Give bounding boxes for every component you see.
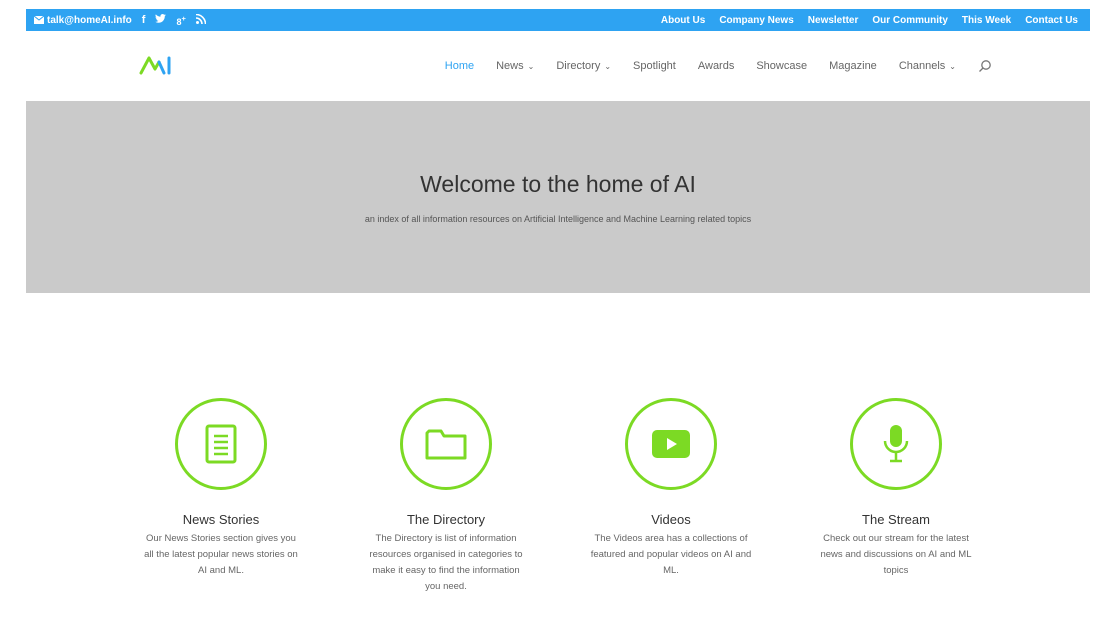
nav-label: Magazine <box>829 60 877 72</box>
feature-icon-circle[interactable] <box>850 398 942 490</box>
chevron-down-icon: ⌄ <box>604 61 612 71</box>
rss-icon[interactable] <box>195 13 207 27</box>
feature-description: Check out our stream for the latest news… <box>820 533 972 576</box>
twitter-icon[interactable] <box>155 14 167 26</box>
video-play-icon <box>652 430 690 458</box>
feature-stream: The Stream Check out our stream for the … <box>801 398 991 579</box>
chevron-down-icon: ⌄ <box>527 61 535 71</box>
top-bar-links: About Us Company News Newsletter Our Com… <box>661 9 1078 31</box>
nav-item-showcase[interactable]: Showcase <box>756 60 807 72</box>
feature-icon-circle[interactable] <box>175 398 267 490</box>
hero-banner: Welcome to the home of AI an index of al… <box>26 101 1090 293</box>
feature-title: Videos <box>651 512 691 527</box>
feature-videos: Videos The Videos area has a collections… <box>576 398 766 579</box>
nav-item-awards[interactable]: Awards <box>698 60 734 72</box>
top-link-newsletter[interactable]: Newsletter <box>808 15 859 26</box>
feature-title: The Directory <box>406 512 486 527</box>
nav-label: News <box>496 60 524 72</box>
feature-directory: The Directory The Directory is list of i… <box>351 398 541 595</box>
email-link[interactable]: talk@homeAI.info <box>34 15 132 26</box>
nav-item-magazine[interactable]: Magazine <box>829 60 877 72</box>
hero-subtitle: an index of all information resources on… <box>364 214 752 224</box>
chevron-down-icon: ⌄ <box>949 61 956 71</box>
nav-item-spotlight[interactable]: Spotlight <box>633 60 676 72</box>
nav-item-home[interactable]: Home <box>445 60 474 72</box>
feature-description: Our News Stories section gives you all t… <box>144 533 298 576</box>
folder-icon <box>425 429 467 460</box>
nav-label: Spotlight <box>633 60 676 72</box>
feature-description: The Directory is list of information res… <box>369 533 523 592</box>
email-text: talk@homeAI.info <box>47 14 132 26</box>
feature-description: The Videos area has a collections of fea… <box>590 533 752 576</box>
feature-title: News Stories <box>182 512 260 527</box>
nav-label: Channels <box>898 60 946 72</box>
feature-title: The Stream <box>862 512 930 527</box>
page: talk@homeAI.info f 8+ About Us Company N… <box>0 0 1105 629</box>
feature-news-stories: News Stories Our News Stories section gi… <box>126 398 316 579</box>
search-icon[interactable] <box>978 59 992 73</box>
feature-icon-circle[interactable] <box>400 398 492 490</box>
hero-title: Welcome to the home of AI <box>420 171 696 197</box>
top-link-contact-us[interactable]: Contact Us <box>1025 15 1078 26</box>
feature-icon-circle[interactable] <box>625 398 717 490</box>
microphone-icon <box>883 425 909 463</box>
envelope-icon <box>34 16 44 24</box>
site-logo[interactable] <box>138 53 172 77</box>
nav-item-directory[interactable]: Directory ⌄ <box>556 60 611 72</box>
main-nav: Home News ⌄ Directory ⌄ Spotlight Awards S… <box>445 31 992 101</box>
nav-label: Directory <box>556 60 601 72</box>
nav-item-news[interactable]: News ⌄ <box>496 60 534 72</box>
nav-label: Home <box>444 60 475 72</box>
top-link-about-us[interactable]: About Us <box>661 15 705 26</box>
nav-label: Awards <box>697 60 735 72</box>
top-link-our-community[interactable]: Our Community <box>872 15 948 26</box>
nav-label: Showcase <box>756 60 808 72</box>
top-bar: talk@homeAI.info f 8+ About Us Company N… <box>26 9 1090 31</box>
document-icon <box>205 424 237 464</box>
top-bar-left: talk@homeAI.info f 8+ <box>34 9 207 31</box>
top-link-this-week[interactable]: This Week <box>962 15 1011 26</box>
google-plus-icon[interactable]: 8+ <box>176 14 185 27</box>
main-header: Home News ⌄ Directory ⌄ Spotlight Awards S… <box>26 31 1090 101</box>
nav-item-channels[interactable]: Channels ⌄ <box>899 60 956 72</box>
facebook-icon[interactable]: f <box>142 14 146 26</box>
top-link-company-news[interactable]: Company News <box>719 15 793 26</box>
